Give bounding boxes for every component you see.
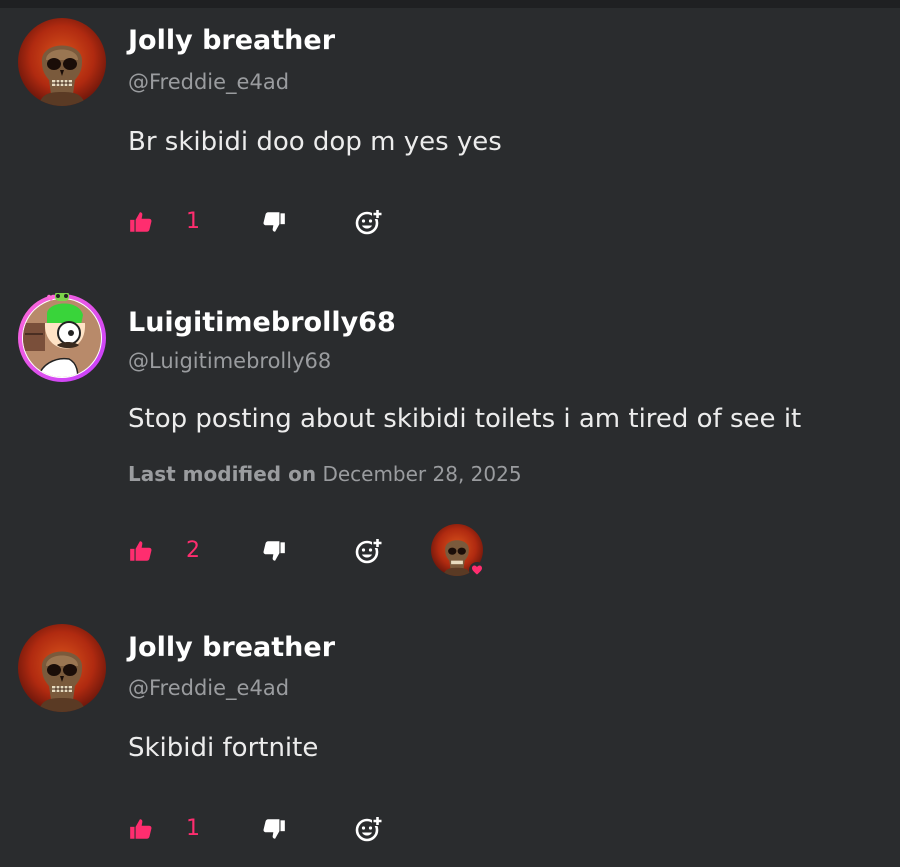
add-reaction-icon bbox=[355, 209, 383, 235]
thumbs-up-icon bbox=[130, 819, 152, 839]
user-handle[interactable]: @Freddie_e4ad bbox=[128, 676, 289, 700]
thumbs-down-icon bbox=[263, 541, 285, 561]
like-button[interactable] bbox=[128, 205, 154, 239]
add-reaction-icon bbox=[355, 816, 383, 842]
thumbs-down-icon bbox=[263, 819, 285, 839]
thumbs-up-icon bbox=[130, 212, 152, 232]
user-handle[interactable]: @Luigitimebrolly68 bbox=[128, 349, 331, 373]
last-modified-label: Last modified on bbox=[128, 462, 317, 486]
last-modified-date: December 28, 2025 bbox=[322, 462, 522, 486]
heart-icon bbox=[469, 562, 485, 578]
add-reaction-icon bbox=[355, 538, 383, 564]
comment-text: Br skibidi doo dop m yes yes bbox=[128, 127, 502, 157]
add-reaction-button[interactable] bbox=[354, 812, 384, 846]
dislike-button[interactable] bbox=[261, 534, 287, 568]
skull-avatar-icon[interactable] bbox=[18, 624, 106, 712]
like-button[interactable] bbox=[128, 812, 154, 846]
like-count: 1 bbox=[186, 209, 200, 234]
dislike-button[interactable] bbox=[261, 812, 287, 846]
comment-actions: 1 bbox=[128, 812, 828, 846]
skull-avatar-icon[interactable] bbox=[18, 18, 106, 106]
reaction-avatar[interactable] bbox=[431, 524, 485, 578]
comment-text: Skibidi fortnite bbox=[128, 733, 319, 763]
comment-actions: 2 bbox=[128, 524, 828, 578]
like-count: 2 bbox=[186, 538, 200, 563]
dislike-button[interactable] bbox=[261, 205, 287, 239]
cartoon-character-avatar-icon[interactable] bbox=[18, 293, 106, 382]
top-bar bbox=[0, 0, 900, 8]
display-name[interactable]: Jolly breather bbox=[128, 632, 335, 663]
add-reaction-button[interactable] bbox=[354, 205, 384, 239]
thumbs-up-icon bbox=[130, 541, 152, 561]
like-button[interactable] bbox=[128, 534, 154, 568]
last-modified: Last modified on December 28, 2025 bbox=[128, 462, 522, 486]
thumbs-down-icon bbox=[263, 212, 285, 232]
comment-text: Stop posting about skibidi toilets i am … bbox=[128, 404, 802, 434]
comment-actions: 1 bbox=[128, 205, 828, 239]
display-name[interactable]: Jolly breather bbox=[128, 25, 335, 56]
add-reaction-button[interactable] bbox=[354, 534, 384, 568]
user-handle[interactable]: @Freddie_e4ad bbox=[128, 70, 289, 94]
display-name[interactable]: Luigitimebrolly68 bbox=[128, 307, 396, 338]
like-count: 1 bbox=[186, 816, 200, 841]
